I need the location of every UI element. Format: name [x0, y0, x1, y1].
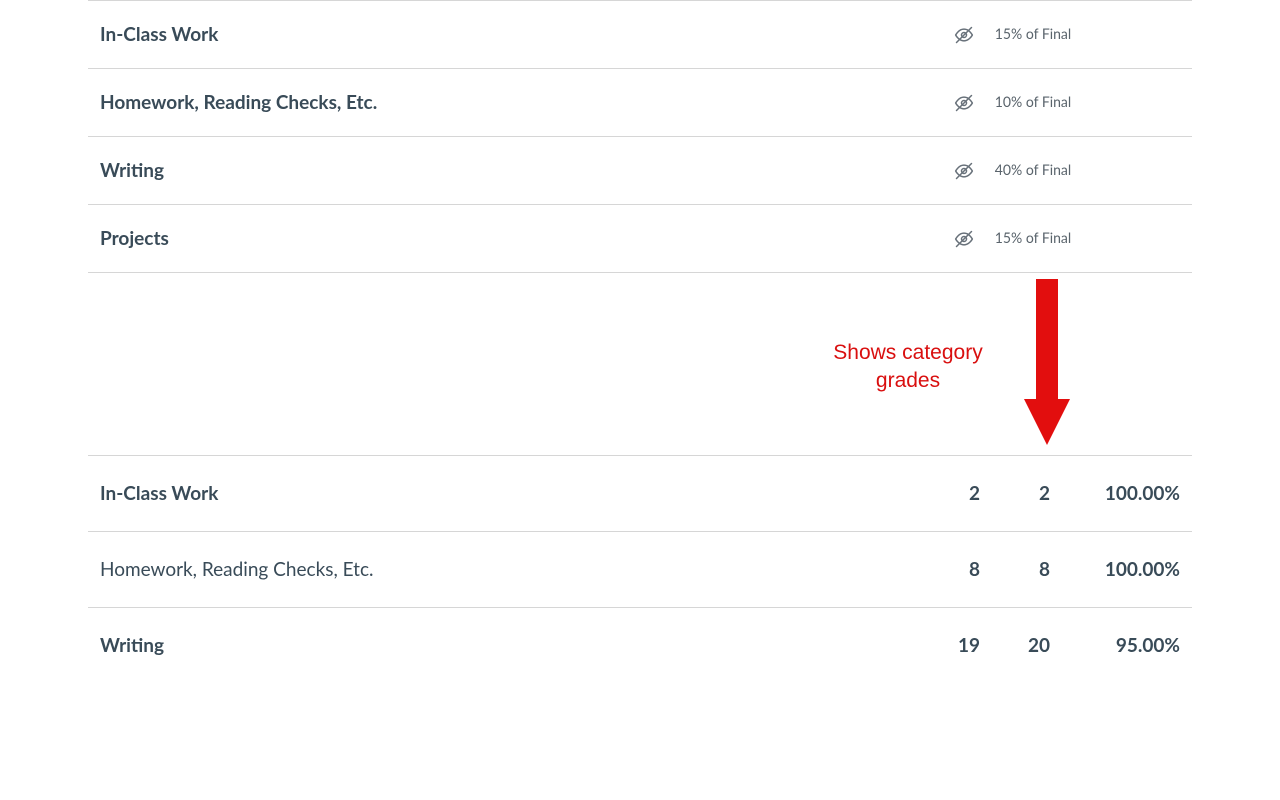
- category-row: Projects 15% of Final: [88, 204, 1192, 273]
- grade-category-name: Writing: [100, 634, 910, 657]
- category-grades-table: In-Class Work 2 2 100.00% Homework, Read…: [88, 455, 1192, 683]
- points-earned: 8: [910, 558, 980, 581]
- category-weight: 10% of Final: [990, 93, 1076, 111]
- category-row: In-Class Work 15% of Final: [88, 0, 1192, 68]
- visibility-hidden-icon[interactable]: [938, 25, 990, 45]
- grade-row: In-Class Work 2 2 100.00%: [88, 455, 1192, 531]
- points-earned: 19: [910, 634, 980, 657]
- category-row: Writing 40% of Final: [88, 136, 1192, 204]
- points-earned: 2: [910, 482, 980, 505]
- category-name: In-Class Work: [100, 23, 938, 46]
- points-possible: 2: [980, 482, 1050, 505]
- visibility-hidden-icon[interactable]: [938, 229, 990, 249]
- points-possible: 20: [980, 634, 1050, 657]
- arrow-down-icon: [1024, 279, 1070, 445]
- category-name: Writing: [100, 159, 938, 182]
- annotation-overlay: Shows category grades: [88, 273, 1192, 455]
- category-name: Projects: [100, 227, 938, 250]
- grade-category-name: In-Class Work: [100, 482, 910, 505]
- category-weights-table: In-Class Work 15% of Final Homework, Rea…: [88, 0, 1192, 273]
- category-weight: 15% of Final: [990, 25, 1076, 43]
- category-name: Homework, Reading Checks, Etc.: [100, 91, 938, 114]
- points-possible: 8: [980, 558, 1050, 581]
- visibility-hidden-icon[interactable]: [938, 161, 990, 181]
- grade-percent: 100.00%: [1050, 558, 1180, 581]
- visibility-hidden-icon[interactable]: [938, 93, 990, 113]
- annotation-label: Shows category grades: [808, 339, 1008, 396]
- grade-row: Writing 19 20 95.00%: [88, 607, 1192, 683]
- grade-percent: 100.00%: [1050, 482, 1180, 505]
- grade-row: Homework, Reading Checks, Etc. 8 8 100.0…: [88, 531, 1192, 607]
- category-weight: 15% of Final: [990, 229, 1076, 247]
- category-weight: 40% of Final: [990, 161, 1076, 179]
- grade-category-name: Homework, Reading Checks, Etc.: [100, 558, 910, 581]
- category-row: Homework, Reading Checks, Etc. 10% of Fi…: [88, 68, 1192, 136]
- grade-percent: 95.00%: [1050, 634, 1180, 657]
